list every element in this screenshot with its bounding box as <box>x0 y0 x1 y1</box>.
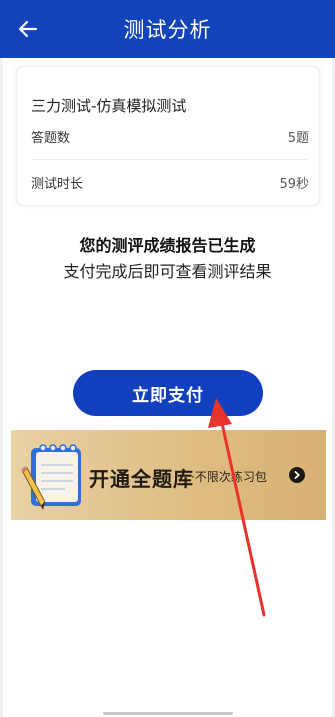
full-question-bank-banner[interactable]: 开通全题库 ·不限次练习包 <box>11 430 326 520</box>
test-summary-card: 三力测试-仿真模拟测试 答题数 5题 测试时长 59秒 <box>16 66 320 206</box>
duration-label: 测试时长 <box>31 177 84 192</box>
left-edge <box>0 58 3 717</box>
page-title: 测试分析 <box>123 18 212 42</box>
report-ready-message: 您的测评成绩报告已生成 <box>79 236 256 255</box>
home-indicator <box>103 712 233 715</box>
question-count-value: 5题 <box>287 131 309 146</box>
pay-now-button[interactable]: 立即支付 <box>73 370 263 416</box>
app-header: 测试分析 <box>0 0 335 58</box>
banner-headline: 开通全题库 <box>89 467 194 491</box>
chevron-right-icon[interactable] <box>289 467 305 483</box>
arrow-left-icon[interactable] <box>16 17 40 41</box>
duration-row: 测试时长 59秒 <box>31 173 309 195</box>
notepad-pencil-icon <box>21 444 81 510</box>
question-count-row: 答题数 5题 <box>31 127 309 149</box>
banner-subtitle: ·不限次练习包 <box>191 470 267 484</box>
payment-hint-message: 支付完成后即可查看测评结果 <box>63 262 272 281</box>
row-divider <box>31 159 309 160</box>
question-count-label: 答题数 <box>31 131 71 146</box>
duration-value: 59秒 <box>279 177 309 192</box>
test-name: 三力测试-仿真模拟测试 <box>31 97 187 115</box>
